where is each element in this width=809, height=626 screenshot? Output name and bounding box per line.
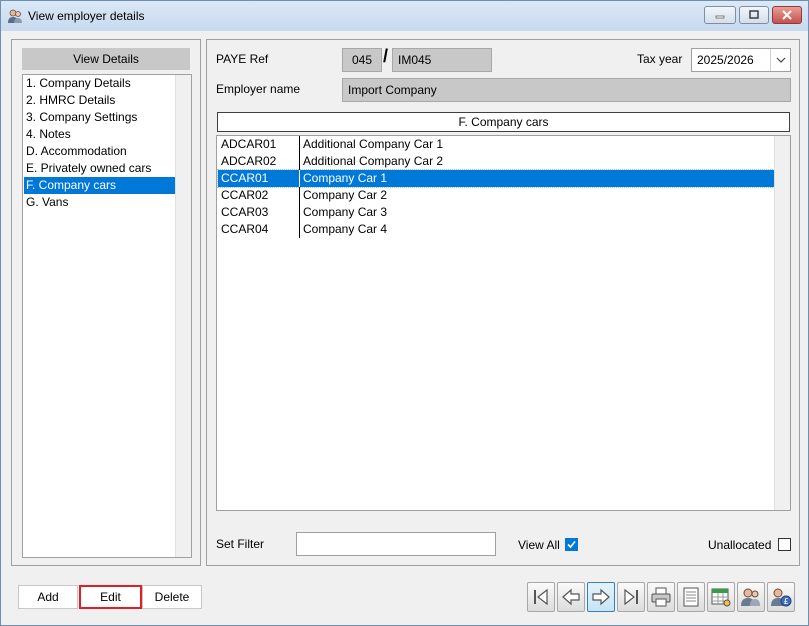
car-description-cell: Additional Company Car 1 bbox=[303, 137, 444, 151]
view-details-header: View Details bbox=[22, 48, 190, 70]
car-code-cell: CCAR03 bbox=[220, 204, 300, 221]
employee-pay-icon: £ bbox=[771, 588, 792, 607]
unallocated-checkbox[interactable] bbox=[778, 538, 791, 551]
car-code-cell: CCAR01 bbox=[220, 170, 300, 187]
sidebar-item-privately-owned-cars[interactable]: E. Privately owned cars bbox=[24, 160, 175, 177]
car-code-cell: CCAR04 bbox=[220, 221, 300, 238]
spreadsheet-button[interactable] bbox=[707, 582, 735, 612]
table-row[interactable]: ADCAR02 Additional Company Car 2 bbox=[218, 153, 774, 170]
sidebar-item-vans[interactable]: G. Vans bbox=[24, 194, 175, 211]
view-all-label: View All bbox=[518, 538, 560, 552]
view-details-panel: View Details 1. Company Details 2. HMRC … bbox=[11, 39, 201, 566]
maximize-icon bbox=[749, 10, 759, 19]
paye-ref-field: IM045 bbox=[392, 48, 492, 72]
sidebar-item-company-details[interactable]: 1. Company Details bbox=[24, 75, 175, 92]
employer-name-field: Import Company bbox=[342, 78, 791, 102]
car-code-cell: CCAR02 bbox=[220, 187, 300, 204]
paye-ref-label: PAYE Ref bbox=[216, 52, 269, 66]
section-title: F. Company cars bbox=[217, 112, 790, 132]
company-cars-grid[interactable]: ADCAR01 Additional Company Car 1 ADCAR02… bbox=[216, 135, 791, 511]
car-description-cell: Additional Company Car 2 bbox=[303, 154, 444, 168]
employees-button[interactable] bbox=[737, 582, 765, 612]
sidebar-item-notes[interactable]: 4. Notes bbox=[24, 126, 175, 143]
chevron-down-icon[interactable] bbox=[770, 49, 790, 71]
employer-name-label: Employer name bbox=[216, 82, 301, 96]
tax-year-label: Tax year bbox=[637, 52, 683, 66]
car-description-cell: Company Car 3 bbox=[303, 205, 388, 219]
delete-button[interactable]: Delete bbox=[142, 585, 202, 609]
last-record-icon bbox=[624, 588, 638, 606]
previous-record-icon bbox=[562, 588, 580, 606]
print-icon bbox=[651, 587, 671, 607]
spreadsheet-icon bbox=[711, 588, 731, 607]
view-all-checkbox[interactable] bbox=[565, 538, 578, 551]
edit-button[interactable]: Edit bbox=[79, 585, 142, 609]
close-button[interactable] bbox=[772, 6, 802, 24]
maximize-button[interactable] bbox=[739, 6, 769, 24]
close-icon bbox=[782, 10, 792, 20]
next-record-button[interactable] bbox=[587, 582, 615, 612]
set-filter-label: Set Filter bbox=[216, 537, 265, 551]
table-row[interactable]: CCAR03 Company Car 3 bbox=[218, 204, 774, 221]
sidebar-item-accommodation[interactable]: D. Accommodation bbox=[24, 143, 175, 160]
first-record-button[interactable] bbox=[527, 582, 555, 612]
minimize-icon bbox=[715, 15, 725, 19]
employee-pay-button[interactable]: £ bbox=[767, 582, 795, 612]
sidebar-item-hmrc-details[interactable]: 2. HMRC Details bbox=[24, 92, 175, 109]
report-button[interactable] bbox=[677, 582, 705, 612]
add-button[interactable]: Add bbox=[18, 585, 78, 609]
minimize-button[interactable] bbox=[704, 6, 736, 24]
table-row[interactable]: CCAR04 Company Car 4 bbox=[218, 221, 774, 238]
print-button[interactable] bbox=[647, 582, 675, 612]
unallocated-label: Unallocated bbox=[708, 538, 772, 552]
filter-input[interactable] bbox=[296, 532, 496, 556]
next-record-icon bbox=[592, 588, 610, 606]
svg-text:£: £ bbox=[783, 597, 788, 606]
car-code-cell: ADCAR02 bbox=[220, 153, 300, 170]
sidebar-scrollbar[interactable] bbox=[175, 75, 191, 557]
employees-icon bbox=[741, 588, 760, 606]
car-description-cell: Company Car 1 bbox=[303, 171, 388, 185]
app-icon bbox=[7, 8, 23, 24]
view-details-list[interactable]: 1. Company Details 2. HMRC Details 3. Co… bbox=[22, 74, 192, 558]
first-record-icon bbox=[534, 588, 548, 606]
paye-office-field: 045 bbox=[342, 48, 382, 72]
car-code-cell: ADCAR01 bbox=[220, 136, 300, 153]
tax-year-value: 2025/2026 bbox=[697, 53, 754, 67]
table-row-selected[interactable]: CCAR01 Company Car 1 bbox=[217, 169, 775, 188]
sidebar-item-company-cars[interactable]: F. Company cars bbox=[24, 177, 175, 194]
last-record-button[interactable] bbox=[617, 582, 645, 612]
sidebar-item-company-settings[interactable]: 3. Company Settings bbox=[24, 109, 175, 126]
grid-scrollbar[interactable] bbox=[774, 136, 790, 510]
window-title: View employer details bbox=[28, 9, 145, 23]
car-description-cell: Company Car 2 bbox=[303, 188, 388, 202]
table-row[interactable]: CCAR02 Company Car 2 bbox=[218, 187, 774, 204]
employer-details-window: View employer details View Details 1. Co… bbox=[0, 0, 809, 626]
table-row[interactable]: ADCAR01 Additional Company Car 1 bbox=[218, 136, 774, 153]
report-icon bbox=[683, 587, 699, 607]
tax-year-select[interactable]: 2025/2026 bbox=[691, 48, 791, 72]
checkmark-icon bbox=[567, 540, 576, 549]
paye-separator: / bbox=[383, 46, 389, 66]
previous-record-button[interactable] bbox=[557, 582, 585, 612]
title-bar: View employer details bbox=[1, 1, 808, 31]
car-description-cell: Company Car 4 bbox=[303, 222, 388, 236]
company-cars-panel: PAYE Ref 045 / IM045 Tax year 2025/2026 … bbox=[206, 39, 800, 566]
